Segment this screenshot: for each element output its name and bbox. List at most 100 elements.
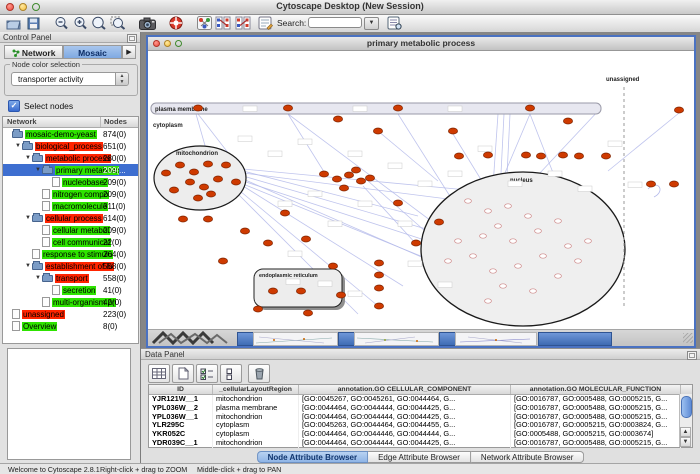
- transporter-node[interactable]: [263, 240, 272, 246]
- cell-cellular[interactable]: [GO:0045267, GO:0045261, GO:0044464, G..…: [299, 395, 511, 404]
- network-canvas[interactable]: plasma membrane cytoplasm mitochondrion …: [148, 51, 694, 329]
- edge[interactable]: [363, 186, 418, 246]
- node-color-attribute-select[interactable]: transporter activity ▲▼: [11, 72, 129, 86]
- tree-row[interactable]: macromolecule311(0): [3, 200, 138, 212]
- network-node[interactable]: [540, 254, 547, 258]
- cell-molecular[interactable]: [GO:0005488, GO:0005215, GO:0003674]: [511, 430, 681, 439]
- transporter-node[interactable]: [393, 200, 402, 206]
- transporter-node[interactable]: [333, 116, 342, 122]
- transporter-node[interactable]: [344, 172, 353, 178]
- table-row[interactable]: YPL036W__1mitochondrion[GO:0044464, GO:0…: [149, 413, 692, 422]
- search-dropdown-arrow[interactable]: ▼: [364, 17, 379, 30]
- cell-cellular[interactable]: [GO:0045263, GO:0044464, GO:0044455, G..…: [299, 421, 511, 430]
- network-node[interactable]: [490, 269, 497, 273]
- network-node[interactable]: [470, 254, 477, 258]
- transporter-node[interactable]: [203, 161, 212, 167]
- transporter-node[interactable]: [454, 153, 463, 159]
- transporter-node[interactable]: [411, 240, 420, 246]
- cell-region[interactable]: mitochondrion: [213, 413, 299, 422]
- transporter-node[interactable]: [283, 105, 292, 111]
- search-input[interactable]: [308, 17, 362, 28]
- cell-id[interactable]: YDR039C__1: [149, 439, 213, 448]
- transporter-node[interactable]: [365, 175, 374, 181]
- transporter-node[interactable]: [240, 228, 249, 234]
- tab-node-attribute-browser[interactable]: Node Attribute Browser: [257, 451, 369, 463]
- transporter-node[interactable]: [434, 219, 443, 225]
- cell-region[interactable]: mitochondrion: [213, 439, 299, 448]
- zoom-out-icon[interactable]: [52, 15, 70, 31]
- table-row[interactable]: YLR295Ccytoplasm[GO:0045263, GO:0044464,…: [149, 421, 692, 430]
- cell-cellular[interactable]: [GO:0044464, GO:0044444, GO:0044425, G..…: [299, 439, 511, 448]
- network-node[interactable]: [535, 229, 542, 233]
- transporter-node[interactable]: [601, 153, 610, 159]
- network-node[interactable]: [525, 214, 532, 218]
- tree-row[interactable]: secretion41(0): [3, 284, 138, 296]
- transporter-node[interactable]: [296, 288, 305, 294]
- open-session-icon[interactable]: [4, 15, 22, 31]
- transporter-node[interactable]: [393, 105, 402, 111]
- scroll-up-icon[interactable]: ▲: [680, 427, 691, 437]
- select-nodes-checkbox[interactable]: ✓: [8, 100, 20, 112]
- cell-region[interactable]: cytoplasm: [213, 430, 299, 439]
- table-row[interactable]: YJR121W__1mitochondrion[GO:0045267, GO:0…: [149, 395, 692, 404]
- tab-mosaic[interactable]: Mosaic: [63, 45, 122, 59]
- tab-network[interactable]: Network: [4, 45, 63, 59]
- transporter-node[interactable]: [231, 179, 240, 185]
- first-neighbors-icon[interactable]: [214, 15, 232, 31]
- save-session-icon[interactable]: [24, 15, 42, 31]
- cell-region[interactable]: cytoplasm: [213, 421, 299, 430]
- transporter-node[interactable]: [339, 185, 348, 191]
- transporter-node[interactable]: [199, 184, 208, 190]
- transporter-node[interactable]: [213, 176, 222, 182]
- network-node[interactable]: [485, 299, 492, 303]
- transporter-node[interactable]: [253, 306, 262, 312]
- tree-row[interactable]: response to stimulu264(0): [3, 248, 138, 260]
- transporter-node[interactable]: [221, 162, 230, 168]
- expand-arrow-icon[interactable]: ▼: [25, 152, 32, 164]
- zoom-in-icon[interactable]: [71, 15, 89, 31]
- resize-grip-icon[interactable]: [683, 333, 693, 343]
- network-node[interactable]: [530, 289, 537, 293]
- unselect-attributes-icon[interactable]: [220, 364, 242, 383]
- expand-arrow-icon[interactable]: ▼: [25, 260, 32, 272]
- expand-arrow-icon[interactable]: ▼: [15, 140, 22, 152]
- minimized-network-thumbnail[interactable]: [151, 331, 236, 345]
- cell-molecular[interactable]: [GO:0016787, GO:0005488, GO:0005215, G..…: [511, 413, 681, 422]
- transporter-node[interactable]: [574, 153, 583, 159]
- edge[interactable]: [378, 131, 438, 181]
- transporter-node[interactable]: [203, 216, 212, 222]
- column-id[interactable]: ID: [149, 385, 213, 394]
- scroll-down-icon[interactable]: ▼: [680, 437, 691, 447]
- table-row[interactable]: YDR039C__1mitochondrion[GO:0044464, GO:0…: [149, 439, 692, 448]
- cell-id[interactable]: YPL036W__2: [149, 404, 213, 413]
- expand-neighbors-icon[interactable]: [234, 15, 252, 31]
- vizmapper-icon[interactable]: [195, 15, 213, 31]
- network-node[interactable]: [585, 239, 592, 243]
- transporter-node[interactable]: [669, 181, 678, 187]
- minimized-frame-handle[interactable]: [439, 332, 456, 346]
- tree-row[interactable]: ▼cellular process614(0): [3, 212, 138, 224]
- expand-arrow-icon[interactable]: ▼: [35, 272, 42, 284]
- snapshot-icon[interactable]: [138, 15, 156, 31]
- tree-row[interactable]: ▼establishment of lo558(0): [3, 260, 138, 272]
- network-node[interactable]: [465, 199, 472, 203]
- minimized-frame-preview[interactable]: [354, 332, 439, 346]
- network-node[interactable]: [510, 239, 517, 243]
- transporter-node[interactable]: [374, 260, 383, 266]
- transporter-node[interactable]: [218, 258, 227, 264]
- transporter-node[interactable]: [351, 167, 360, 173]
- minimized-frame-handle[interactable]: [338, 332, 355, 346]
- transporter-node[interactable]: [332, 176, 341, 182]
- expand-arrow-icon[interactable]: ▼: [35, 164, 42, 176]
- search-options-icon[interactable]: [385, 15, 403, 31]
- select-nodes-option[interactable]: ✓ Select nodes: [8, 100, 73, 112]
- transporter-node[interactable]: [328, 263, 337, 269]
- scrollbar-thumb[interactable]: [681, 396, 692, 418]
- minimized-frame-titlebar[interactable]: [538, 332, 612, 346]
- transporter-node[interactable]: [563, 118, 572, 124]
- birds-eye-view[interactable]: [7, 348, 131, 460]
- tree-row[interactable]: multi-organism pro42(0): [3, 296, 138, 308]
- table-scrollbar[interactable]: ▲ ▼: [679, 394, 692, 447]
- tree-column-nodes[interactable]: Nodes: [104, 117, 127, 127]
- new-attribute-icon[interactable]: [172, 364, 194, 383]
